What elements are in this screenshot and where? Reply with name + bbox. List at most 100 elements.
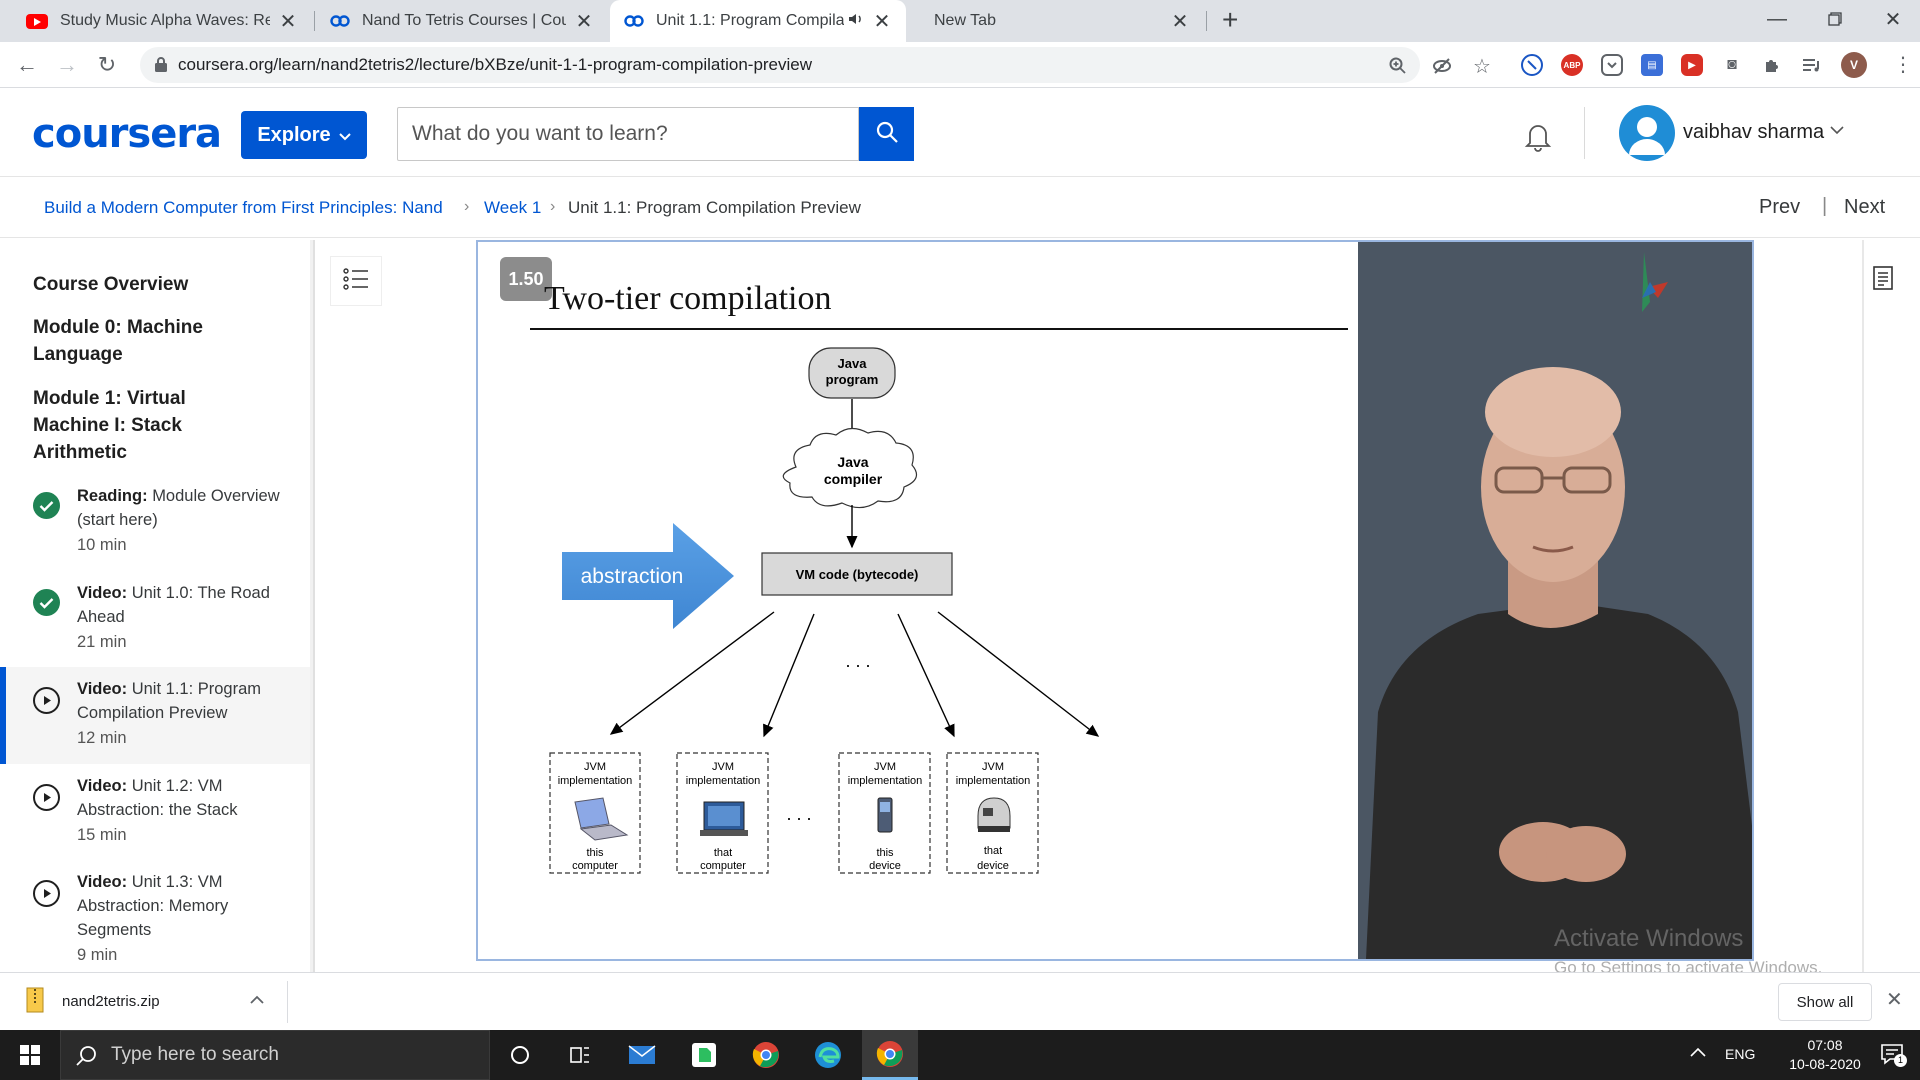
sidebar-course-overview[interactable]: Course Overview	[33, 271, 263, 298]
chevron-down-icon[interactable]	[1830, 122, 1844, 140]
scrollbar-thumb[interactable]	[313, 262, 315, 588]
speaker-icon[interactable]	[848, 12, 864, 31]
camera-icon[interactable]: ◙	[1721, 54, 1743, 76]
taskbar-search-input[interactable]: Type here to search	[60, 1030, 490, 1080]
sidebar-item-unit-1-3[interactable]: Video: Unit 1.3: VM Abstraction: Memory …	[0, 860, 310, 972]
search-placeholder: What do you want to learn?	[412, 122, 668, 145]
reader-extension-icon[interactable]: ▤	[1641, 54, 1663, 76]
speaker-video-panel	[1358, 242, 1752, 959]
new-tab-button[interactable]: +	[1222, 4, 1238, 36]
tab-study-music[interactable]: Study Music Alpha Waves: Relaxin ✕	[12, 0, 312, 42]
notification-bell-icon[interactable]	[1521, 119, 1555, 158]
user-name[interactable]: vaibhav sharma	[1683, 121, 1824, 144]
windows-start-icon[interactable]	[0, 1030, 60, 1080]
sidebar-item-duration: 10 min	[77, 536, 127, 554]
next-button[interactable]: Next	[1844, 196, 1885, 219]
scroll-up-arrow-icon[interactable]: ▲	[314, 244, 315, 254]
coursera-logo[interactable]: coursera	[32, 111, 222, 157]
chevron-up-icon[interactable]	[250, 991, 264, 1009]
windows-taskbar: Type here to search ENG 07:08 10-08-2020…	[0, 1030, 1920, 1080]
close-tab-icon[interactable]: ✕	[872, 9, 892, 34]
mobile-phone-icon	[877, 797, 893, 833]
lock-icon	[154, 56, 168, 78]
target-label-2: device	[977, 860, 1009, 872]
minimize-icon[interactable]: —	[1748, 0, 1806, 38]
download-file-name[interactable]: nand2tetris.zip	[62, 993, 160, 1010]
search-input[interactable]: What do you want to learn?	[397, 107, 859, 161]
sidebar-item-module-overview[interactable]: Reading: Module Overview (start here) 10…	[0, 474, 310, 570]
browser-toolbar: ← → ↻ coursera.org/learn/nand2tetris2/le…	[0, 42, 1920, 88]
search-button[interactable]	[859, 107, 914, 161]
action-center-icon[interactable]: 1	[1880, 1042, 1907, 1073]
evernote-icon[interactable]	[676, 1030, 732, 1080]
restore-icon[interactable]	[1806, 0, 1864, 38]
media-queue-icon[interactable]	[1801, 54, 1823, 76]
sidebar-item-unit-1-2[interactable]: Video: Unit 1.2: VM Abstraction: the Sta…	[0, 764, 310, 860]
breadcrumb-course-link[interactable]: Build a Modern Computer from First Princ…	[44, 198, 443, 218]
edge-icon[interactable]	[800, 1030, 856, 1080]
sidebar-item-unit-1-1[interactable]: Video: Unit 1.1: Program Compilation Pre…	[0, 667, 310, 764]
tracking-eye-icon[interactable]	[1432, 56, 1452, 76]
prev-button[interactable]: Prev	[1759, 196, 1800, 219]
notification-count-badge: 1	[1894, 1054, 1907, 1067]
chrome-active-window-icon[interactable]	[862, 1030, 918, 1080]
extensions-puzzle-icon[interactable]	[1761, 54, 1783, 76]
address-bar[interactable]: coursera.org/learn/nand2tetris2/lecture/…	[140, 47, 1420, 83]
implementation-label: implementation	[956, 775, 1031, 787]
close-window-icon[interactable]: ✕	[1864, 0, 1920, 38]
youtube-extension-icon[interactable]: ▶	[1681, 54, 1703, 76]
sidebar-scrollbar[interactable]: ▲ ▼	[310, 240, 315, 972]
mail-icon[interactable]	[614, 1030, 670, 1080]
url-text: coursera.org/learn/nand2tetris2/lecture/…	[178, 55, 813, 74]
chevron-right-icon: ›	[464, 198, 470, 215]
close-tab-icon[interactable]: ✕	[1170, 9, 1190, 34]
close-shelf-icon[interactable]: ✕	[1886, 987, 1903, 1012]
tab-nand-to-tetris[interactable]: Nand To Tetris Courses | Coursera ✕	[316, 0, 608, 42]
breadcrumb-week-link[interactable]: Week 1	[484, 198, 541, 218]
arrow-vm-to-target-4	[937, 611, 1100, 737]
show-all-button[interactable]: Show all	[1778, 983, 1872, 1021]
chrome-icon[interactable]	[738, 1030, 794, 1080]
play-circle-icon	[33, 784, 60, 811]
clock-date: 10-08-2020	[1789, 1056, 1861, 1072]
target-label-2: computer	[572, 860, 618, 872]
task-view-icon[interactable]	[552, 1030, 608, 1080]
zoom-icon[interactable]	[1388, 56, 1408, 76]
user-avatar[interactable]	[1619, 105, 1675, 161]
forward-arrow-icon[interactable]: →	[52, 50, 82, 80]
pocket-icon[interactable]	[1601, 54, 1623, 76]
sidebar-module-1[interactable]: Module 1: Virtual Machine I: Stack Arith…	[33, 385, 263, 466]
bookmark-star-icon[interactable]: ☆	[1472, 56, 1492, 78]
java-program-node: Java program	[808, 347, 896, 399]
java-program-label-1: Java	[838, 356, 868, 371]
chrome-menu-icon[interactable]: ⋮	[1893, 52, 1913, 77]
sidebar-module-0[interactable]: Module 0: Machine Language	[33, 314, 263, 368]
taskbar-search-placeholder: Type here to search	[111, 1044, 279, 1065]
play-circle-icon	[33, 880, 60, 907]
sidebar-item-unit-1-0[interactable]: Video: Unit 1.0: The Road Ahead 21 min	[0, 571, 310, 667]
language-indicator[interactable]: ENG	[1725, 1046, 1755, 1062]
arrow-vm-to-target-1	[609, 611, 775, 735]
profile-avatar[interactable]: V	[1841, 52, 1867, 78]
coursera-icon	[330, 15, 350, 27]
explore-button[interactable]: Explore	[241, 111, 367, 159]
back-arrow-icon[interactable]: ←	[12, 50, 42, 80]
reload-icon[interactable]: ↻	[92, 50, 122, 80]
arrow-vm-to-target-2	[763, 613, 815, 738]
adblock-icon[interactable]: ABP	[1561, 54, 1583, 76]
table-of-contents-button[interactable]	[330, 256, 382, 306]
tray-chevron-up-icon[interactable]	[1690, 1044, 1706, 1062]
close-tab-icon[interactable]: ✕	[574, 9, 594, 34]
sidebar-item-duration: 12 min	[77, 729, 127, 747]
close-tab-icon[interactable]: ✕	[278, 9, 298, 34]
block-extension-icon[interactable]	[1521, 54, 1543, 76]
clock[interactable]: 07:08 10-08-2020	[1780, 1036, 1870, 1074]
tab-new-tab[interactable]: New Tab ✕	[908, 0, 1204, 42]
scroll-down-arrow-icon[interactable]: ▼	[314, 952, 315, 962]
cortana-icon[interactable]	[492, 1030, 548, 1080]
tab-unit-1-1[interactable]: Unit 1.1: Program Compilatio ✕	[610, 0, 906, 42]
notes-icon[interactable]	[1872, 265, 1894, 296]
shelf-divider	[287, 981, 288, 1023]
video-player[interactable]: 1.50 Two-tier compilation Java program J…	[476, 240, 1754, 961]
sidebar-item-duration: 9 min	[77, 946, 118, 964]
